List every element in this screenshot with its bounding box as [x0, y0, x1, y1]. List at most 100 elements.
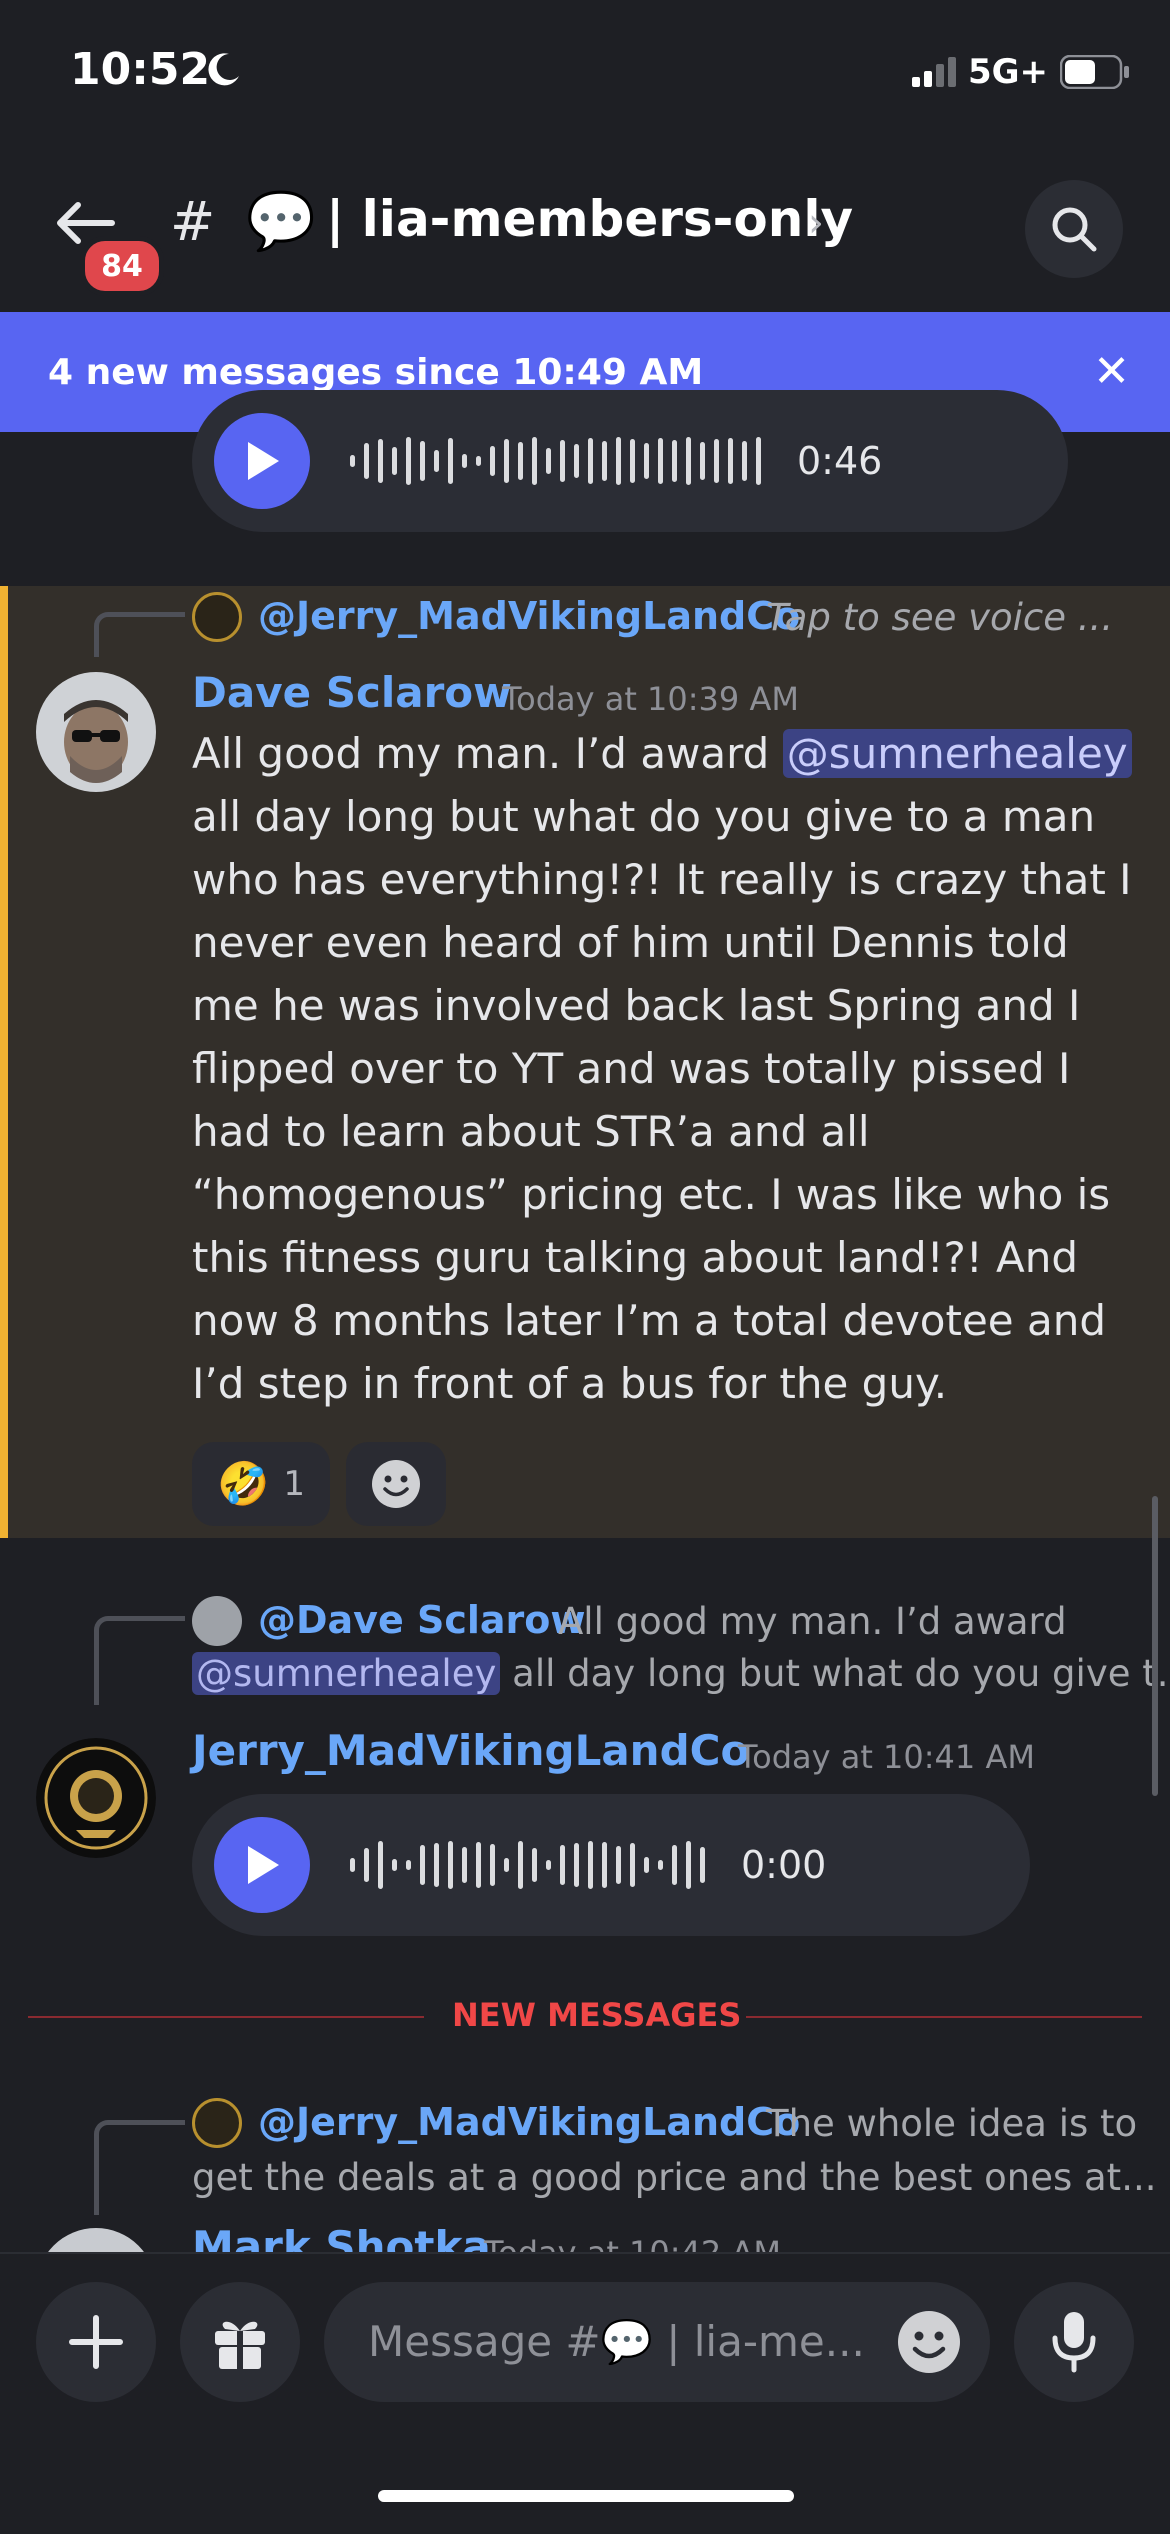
- waveform-bar: [364, 443, 369, 479]
- avatar[interactable]: [36, 1738, 156, 1858]
- waveform-bar: [462, 1847, 467, 1883]
- emoji-icon[interactable]: [896, 2309, 962, 2375]
- waveform-bar: [434, 450, 439, 472]
- reply-preview-text: all day long but what do you give t...: [512, 1652, 1170, 1695]
- viking-logo-icon: [36, 1738, 156, 1858]
- waveform: [350, 437, 761, 485]
- gift-button[interactable]: [180, 2282, 300, 2402]
- message-timestamp: Today at 10:41 AM: [738, 1738, 1035, 1776]
- play-button[interactable]: [214, 413, 310, 509]
- search-button[interactable]: [1025, 180, 1123, 278]
- user-mention[interactable]: @sumnerhealey: [192, 1652, 501, 1695]
- waveform-bar: [644, 1857, 649, 1873]
- message-input[interactable]: Message #💬 | lia-me...: [324, 2282, 990, 2402]
- waveform-bar: [602, 441, 607, 481]
- scrollbar[interactable]: [1152, 1496, 1158, 1796]
- waveform-bar: [420, 441, 425, 481]
- waveform-bar: [532, 1848, 537, 1882]
- waveform-bar: [490, 446, 495, 476]
- avatar[interactable]: [36, 672, 156, 792]
- reply-mention[interactable]: @Jerry_MadVikingLandCo: [258, 2100, 800, 2144]
- waveform-bar: [350, 455, 355, 467]
- message-author[interactable]: Dave Sclarow: [192, 668, 512, 717]
- reply-mention[interactable]: @Dave Sclarow: [258, 1598, 585, 1642]
- reply-preview[interactable]: get the deals at a good price and the be…: [192, 2156, 1156, 2199]
- waveform-bar: [476, 456, 481, 466]
- channel-name[interactable]: | lia-members-only: [326, 190, 853, 248]
- waveform-bar: [392, 1859, 397, 1871]
- waveform-bar: [546, 1860, 551, 1870]
- waveform-bar: [658, 438, 663, 484]
- waveform-bar: [504, 439, 509, 483]
- waveform-bar: [714, 439, 719, 483]
- waveform-bar: [658, 1860, 663, 1870]
- reply-preview[interactable]: The whole idea is to: [766, 2102, 1137, 2145]
- waveform-bar: [462, 454, 467, 468]
- network-type: 5G+: [967, 52, 1048, 92]
- divider-line: [28, 2016, 424, 2018]
- waveform-bar: [644, 443, 649, 479]
- waveform-bar: [448, 1841, 453, 1889]
- waveform-bar: [742, 441, 747, 481]
- waveform-bar: [686, 1841, 691, 1889]
- reply-preview[interactable]: All good my man. I’d award: [558, 1600, 1067, 1643]
- reply-connector: [94, 2120, 185, 2215]
- rofl-emoji: 🤣: [217, 1459, 270, 1508]
- waveform-bar: [630, 439, 635, 483]
- user-mention[interactable]: @sumnerhealey: [782, 729, 1132, 778]
- voice-message-player[interactable]: 0:46: [192, 390, 1068, 532]
- chevron-right-icon[interactable]: ›: [808, 200, 824, 246]
- reply-connector: [94, 612, 185, 657]
- waveform-bar: [378, 439, 383, 483]
- add-attachment-button[interactable]: [36, 2282, 156, 2402]
- close-icon[interactable]: ✕: [1093, 346, 1130, 397]
- reaction-count: 1: [283, 1464, 305, 1504]
- play-icon: [248, 1846, 279, 1884]
- search-icon: [1052, 207, 1097, 252]
- signal-icon: [911, 57, 956, 87]
- add-reaction-button[interactable]: [346, 1442, 446, 1526]
- reply-mention[interactable]: @Jerry_MadVikingLandCo: [258, 594, 800, 638]
- waveform-bar: [588, 1841, 593, 1889]
- message-body: All good my man. I’d award @sumnerhealey…: [192, 722, 1142, 1415]
- waveform-bar: [434, 1843, 439, 1887]
- play-button[interactable]: [214, 1817, 310, 1913]
- play-icon: [248, 442, 279, 480]
- waveform-bar: [392, 447, 397, 475]
- waveform-bar: [602, 1842, 607, 1888]
- new-messages-divider: NEW MESSAGES: [452, 1996, 742, 2034]
- message-author[interactable]: Jerry_MadVikingLandCo: [192, 1726, 749, 1775]
- voice-duration: 0:46: [797, 439, 883, 483]
- waveform-bar: [518, 442, 523, 480]
- avatar: [192, 592, 242, 642]
- user-photo-icon: [36, 672, 156, 792]
- reaction-rofl[interactable]: 🤣 1: [192, 1442, 330, 1526]
- avatar: [192, 2098, 242, 2148]
- waveform-bar: [350, 1858, 355, 1872]
- waveform-bar: [616, 1846, 621, 1884]
- speech-bubble-emoji: 💬: [246, 189, 316, 254]
- waveform-bar: [560, 1845, 565, 1885]
- waveform-bar: [630, 1843, 635, 1887]
- waveform-bar: [504, 1858, 509, 1872]
- home-indicator[interactable]: [378, 2490, 794, 2502]
- smiley-icon: [372, 1460, 420, 1508]
- waveform-bar: [672, 1845, 677, 1885]
- unread-badge: 84: [80, 236, 164, 296]
- waveform-bar: [406, 437, 411, 485]
- voice-message-player[interactable]: 0:00: [192, 1794, 1030, 1936]
- voice-record-button[interactable]: [1014, 2282, 1134, 2402]
- battery-icon: [1060, 55, 1129, 89]
- moon-icon: [208, 53, 239, 86]
- waveform-bar: [448, 438, 453, 484]
- waveform-bar: [532, 437, 537, 485]
- waveform-bar: [672, 440, 677, 482]
- avatar: [192, 1596, 242, 1646]
- reply-preview[interactable]: Tap to see voice ...: [766, 596, 1113, 639]
- waveform-bar: [364, 1848, 369, 1882]
- new-messages-text: 4 new messages since 10:49 AM: [48, 351, 704, 393]
- waveform-bar: [476, 1842, 481, 1888]
- gift-icon: [215, 2321, 265, 2369]
- reply-preview[interactable]: @sumnerhealey all day long but what do y…: [192, 1652, 1170, 1695]
- channel-hash-icon: #: [170, 190, 216, 253]
